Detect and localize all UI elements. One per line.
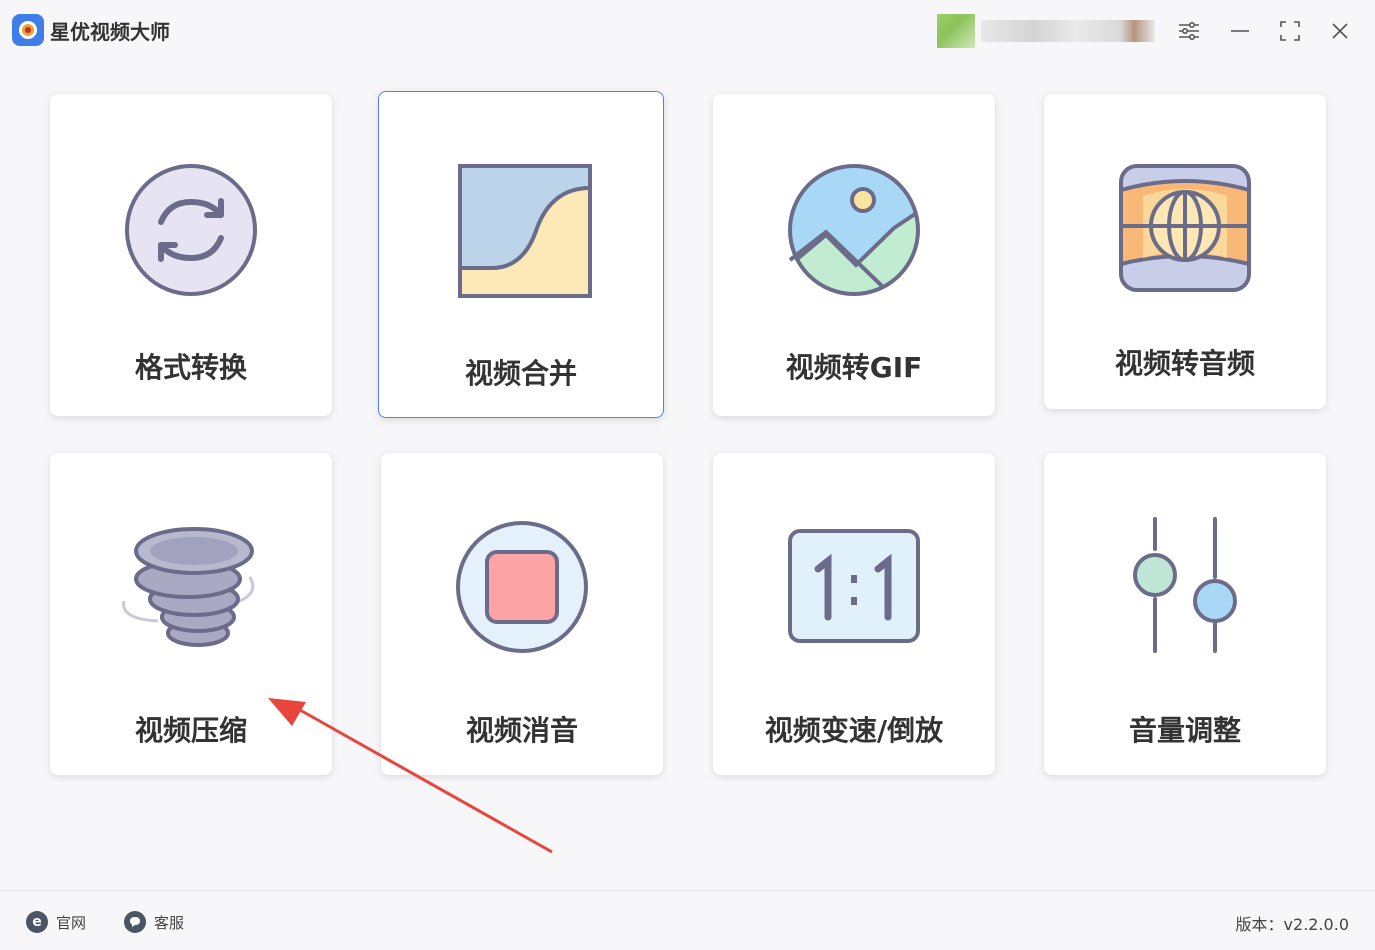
support-label: 客服 — [154, 913, 185, 932]
website-label: 官网 — [56, 913, 87, 932]
card-label: 视频合并 — [464, 357, 577, 390]
card-video-to-gif[interactable]: 视频转GIF — [713, 94, 995, 416]
minimize-icon — [1231, 30, 1249, 32]
card-label: 格式转换 — [134, 351, 247, 384]
card-video-mute[interactable]: 视频消音 — [381, 453, 663, 775]
card-format-convert[interactable]: 格式转换 — [50, 94, 332, 416]
minimize-button[interactable] — [1223, 14, 1257, 48]
app-title: 星优视频大师 — [50, 20, 170, 44]
website-link[interactable]: e 官网 — [26, 911, 86, 933]
app-logo-icon — [12, 14, 44, 46]
stop-icon — [456, 521, 588, 653]
footer-bar: e 官网 客服 版本：v2.2.0.0 — [0, 890, 1375, 950]
card-label: 视频消音 — [465, 714, 578, 747]
browser-e-icon: e — [26, 911, 48, 933]
close-icon — [1332, 23, 1348, 39]
maximize-button[interactable] — [1273, 14, 1307, 48]
chat-bubble-icon — [124, 911, 146, 933]
sliders-icon — [1133, 517, 1237, 653]
card-label: 视频变速/倒放 — [764, 714, 944, 747]
maximize-icon — [1280, 21, 1300, 41]
refresh-icon — [125, 164, 257, 296]
title-bar: 星优视频大师 — [0, 0, 1375, 60]
sliders-settings-icon — [1179, 21, 1199, 41]
settings-button[interactable] — [1172, 14, 1206, 48]
card-label: 音量调整 — [1128, 714, 1241, 747]
user-avatar[interactable] — [937, 14, 975, 48]
ratio-icon — [788, 529, 920, 643]
card-video-merge[interactable]: 视频合并 — [378, 91, 664, 418]
card-volume-adjust[interactable]: 音量调整 — [1044, 453, 1326, 775]
tornado-icon — [122, 527, 255, 647]
support-link[interactable]: 客服 — [124, 911, 184, 933]
version-text: 版本：v2.2.0.0 — [1235, 915, 1349, 934]
user-name-blurred — [981, 20, 1155, 42]
globe-audio-icon — [1119, 164, 1251, 292]
card-label: 视频转音频 — [1114, 347, 1255, 380]
card-label: 视频压缩 — [134, 714, 247, 747]
image-icon — [788, 164, 920, 296]
card-video-to-audio[interactable]: 视频转音频 — [1044, 94, 1326, 409]
user-account[interactable] — [937, 14, 1155, 48]
card-video-compress[interactable]: 视频压缩 — [50, 453, 332, 775]
close-button[interactable] — [1323, 14, 1357, 48]
card-video-speed-reverse[interactable]: 视频变速/倒放 — [713, 453, 995, 775]
card-label: 视频转GIF — [785, 351, 923, 384]
merge-curve-icon — [458, 164, 592, 298]
